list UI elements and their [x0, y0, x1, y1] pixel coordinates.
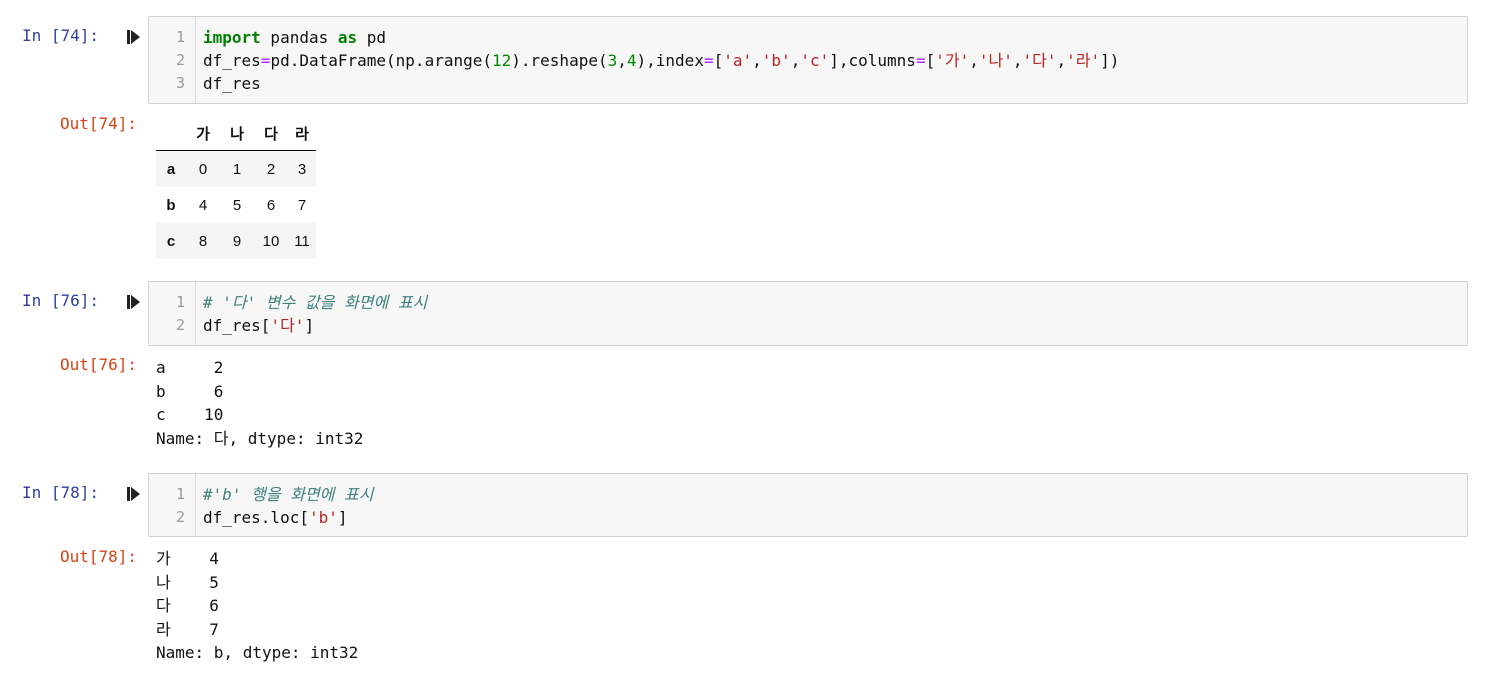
line-number: 2	[175, 316, 185, 334]
index-header	[156, 116, 186, 151]
table-cell: 4	[198, 196, 208, 214]
table-cell: 2	[266, 160, 276, 178]
code-line: df_res.loc['b']	[203, 508, 348, 527]
line-number: 1	[175, 293, 185, 311]
table-row: b 4 5 6 7	[156, 187, 316, 223]
line-number: 2	[175, 508, 185, 526]
line-number: 1	[175, 485, 185, 503]
table-cell: 1	[232, 160, 242, 178]
input-prompt: In [74]:	[22, 26, 100, 45]
output-prompt: Out[76]:	[60, 355, 138, 374]
code-cell-editor[interactable]: 1 2 # '다' 변수 값을 화면에 표시 df_res['다']	[148, 281, 1468, 346]
row-index: c	[166, 232, 176, 250]
table-cell: 10	[262, 232, 280, 250]
input-prompt: In [76]:	[22, 291, 100, 310]
cell-output-text: a 2 b 6 c 10 Name: 다, dtype: int32	[156, 358, 364, 448]
table-cell: 6	[266, 196, 276, 214]
table-cell: 9	[232, 232, 242, 250]
table-row: c 8 9 10 11	[156, 223, 316, 259]
code-line: import pandas as pd	[203, 28, 387, 47]
code-comment: # '다' 변수 값을 화면에 표시	[203, 293, 428, 312]
column-header: 다	[254, 116, 288, 151]
run-cell-icon[interactable]	[126, 293, 142, 311]
table-cell: 11	[294, 232, 310, 250]
output-prompt: Out[78]:	[60, 547, 138, 566]
code-line: df_res['다']	[203, 316, 315, 335]
table-cell: 0	[198, 160, 208, 178]
code-line: df_res	[203, 74, 261, 93]
code-line: df_res=pd.DataFrame(np.arange(12).reshap…	[203, 51, 1120, 70]
code-cell-editor[interactable]: 1 2 #'b' 행을 화면에 표시 df_res.loc['b']	[148, 473, 1468, 537]
table-cell: 3	[297, 160, 307, 178]
row-index: b	[166, 196, 176, 214]
input-prompt: In [78]:	[22, 483, 100, 502]
table-cell: 7	[297, 196, 307, 214]
code-comment: #'b' 행을 화면에 표시	[203, 485, 374, 504]
run-cell-icon[interactable]	[126, 28, 142, 46]
column-header: 라	[288, 116, 316, 151]
dataframe-table: 가 나 다 라 a 0 1 2 3 b 4 5 6 7 c 8 9 10 11	[156, 116, 316, 259]
line-number: 3	[175, 74, 185, 92]
line-number: 1	[175, 28, 185, 46]
run-cell-icon[interactable]	[126, 485, 142, 503]
table-cell: 5	[232, 196, 242, 214]
table-cell: 8	[198, 232, 208, 250]
column-header: 가	[186, 116, 220, 151]
table-row: a 0 1 2 3	[156, 150, 316, 187]
cell-output-text: 가 4 나 5 다 6 라 7 Name: b, dtype: int32	[156, 549, 359, 662]
code-cell-editor[interactable]: 1 2 3 import pandas as pd df_res=pd.Data…	[148, 16, 1468, 104]
output-prompt: Out[74]:	[60, 114, 138, 133]
column-header: 나	[220, 116, 254, 151]
row-index: a	[166, 160, 176, 178]
line-number: 2	[175, 51, 185, 69]
